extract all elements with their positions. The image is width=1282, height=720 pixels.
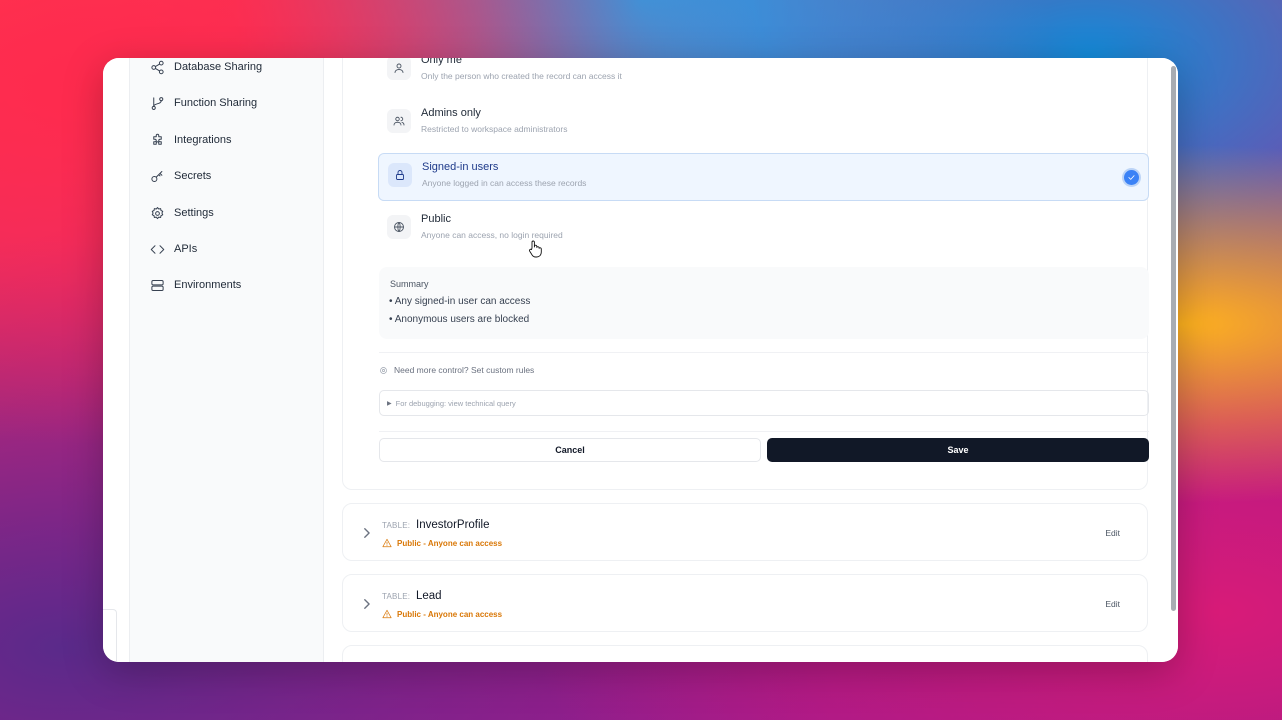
sidebar-item-settings[interactable]: Settings [150, 201, 214, 225]
status-text: Public - Anyone can access [397, 538, 503, 548]
sidebar-item-label: Settings [174, 207, 214, 219]
summary-line: • Anonymous users are blocked [389, 314, 530, 325]
cancel-button[interactable]: Cancel [379, 438, 761, 462]
summary-line: • Any signed-in user can access [389, 296, 531, 307]
sidebar-item-secrets[interactable]: Secrets [150, 164, 211, 188]
option-description: Anyone can access, no login required [421, 230, 563, 240]
status-text: Public - Anyone can access [397, 609, 503, 619]
option-title: Public [421, 213, 451, 225]
sidebar-item-database-sharing[interactable]: Database Sharing [150, 58, 262, 79]
save-button[interactable]: Save [767, 438, 1149, 462]
option-description: Only the person who created the record c… [421, 71, 622, 81]
lock-icon [388, 163, 412, 187]
option-title: Only me [421, 58, 462, 66]
sidebar-item-label: Database Sharing [174, 61, 263, 73]
left-panel-edge [103, 58, 130, 662]
share-icon [151, 60, 164, 74]
sidebar-item-label: APIs [174, 243, 198, 255]
users-icon [387, 109, 411, 133]
table-name: InvestorProfile [416, 519, 490, 531]
sidebar-item-function-sharing[interactable]: Function Sharing [150, 91, 257, 115]
table-prefix: TABLE: [382, 592, 411, 601]
puzzle-icon [153, 133, 162, 145]
gear-icon [380, 366, 387, 374]
triangle-right-icon: ▶ [387, 400, 392, 407]
edit-link[interactable]: Edit [1105, 528, 1120, 538]
main-content: Only me Only the person who created the … [324, 58, 1178, 662]
edit-link[interactable]: Edit [1105, 599, 1120, 609]
globe-icon [387, 215, 411, 239]
option-title: Signed-in users [422, 161, 499, 173]
option-title: Admins only [421, 107, 481, 119]
debug-query-toggle[interactable]: ▶ For debugging: view technical query [379, 390, 1149, 416]
table-row-next[interactable] [342, 645, 1148, 662]
left-panel-widget [103, 609, 117, 662]
warning-icon [382, 538, 392, 548]
summary-panel: Summary • Any signed-in user can access … [379, 267, 1149, 339]
server-icon [151, 279, 164, 291]
app-window: Database Sharing Function Sharing Integr… [103, 58, 1178, 662]
sidebar-item-apis[interactable]: APIs [150, 237, 197, 261]
hand-cursor-icon [529, 240, 542, 258]
scrollbar-thumb[interactable] [1171, 66, 1176, 611]
gear-icon [151, 206, 164, 219]
git-branch-icon [151, 96, 164, 110]
custom-rules-link[interactable]: Need more control? Set custom rules [379, 365, 534, 375]
check-icon [1124, 170, 1139, 185]
status-badge: Public - Anyone can access [382, 538, 502, 548]
sidebar-item-integrations[interactable]: Integrations [150, 128, 231, 152]
access-option-public[interactable]: Public Anyone can access, no login requi… [378, 206, 1149, 254]
option-description: Restricted to workspace administrators [421, 124, 568, 134]
divider [379, 352, 1149, 353]
table-row-investor-profile[interactable]: TABLE: InvestorProfile Public - Anyone c… [342, 503, 1148, 561]
code-icon [150, 244, 165, 254]
sidebar: Database Sharing Function Sharing Integr… [130, 58, 324, 662]
sidebar-item-environments[interactable]: Environments [150, 273, 241, 297]
sidebar-item-label: Function Sharing [174, 97, 258, 109]
access-option-admins-only[interactable]: Admins only Restricted to workspace admi… [378, 100, 1149, 148]
status-badge: Public - Anyone can access [382, 609, 502, 619]
table-prefix: TABLE: [382, 521, 411, 530]
option-description: Anyone logged in can access these record… [422, 178, 587, 188]
access-option-signed-in-users[interactable]: Signed-in users Anyone logged in can acc… [378, 153, 1149, 201]
warning-icon [382, 609, 392, 619]
chevron-right-icon[interactable] [362, 597, 371, 609]
sidebar-item-label: Integrations [174, 134, 232, 146]
sidebar-item-label: Environments [174, 279, 242, 291]
access-option-only-me[interactable]: Only me Only the person who created the … [378, 58, 1149, 95]
table-row-lead[interactable]: TABLE: Lead Public - Anyone can access E… [342, 574, 1148, 632]
custom-rules-label: Need more control? Set custom rules [394, 365, 535, 375]
summary-title: Summary [390, 279, 429, 289]
sidebar-item-label: Secrets [174, 170, 212, 182]
chevron-right-icon[interactable] [362, 526, 371, 538]
table-name: Lead [416, 590, 442, 602]
access-rules-card: Only me Only the person who created the … [342, 58, 1149, 490]
user-icon [387, 58, 411, 80]
divider [379, 431, 1149, 432]
debug-label: For debugging: view technical query [395, 398, 516, 408]
key-icon [151, 170, 163, 182]
